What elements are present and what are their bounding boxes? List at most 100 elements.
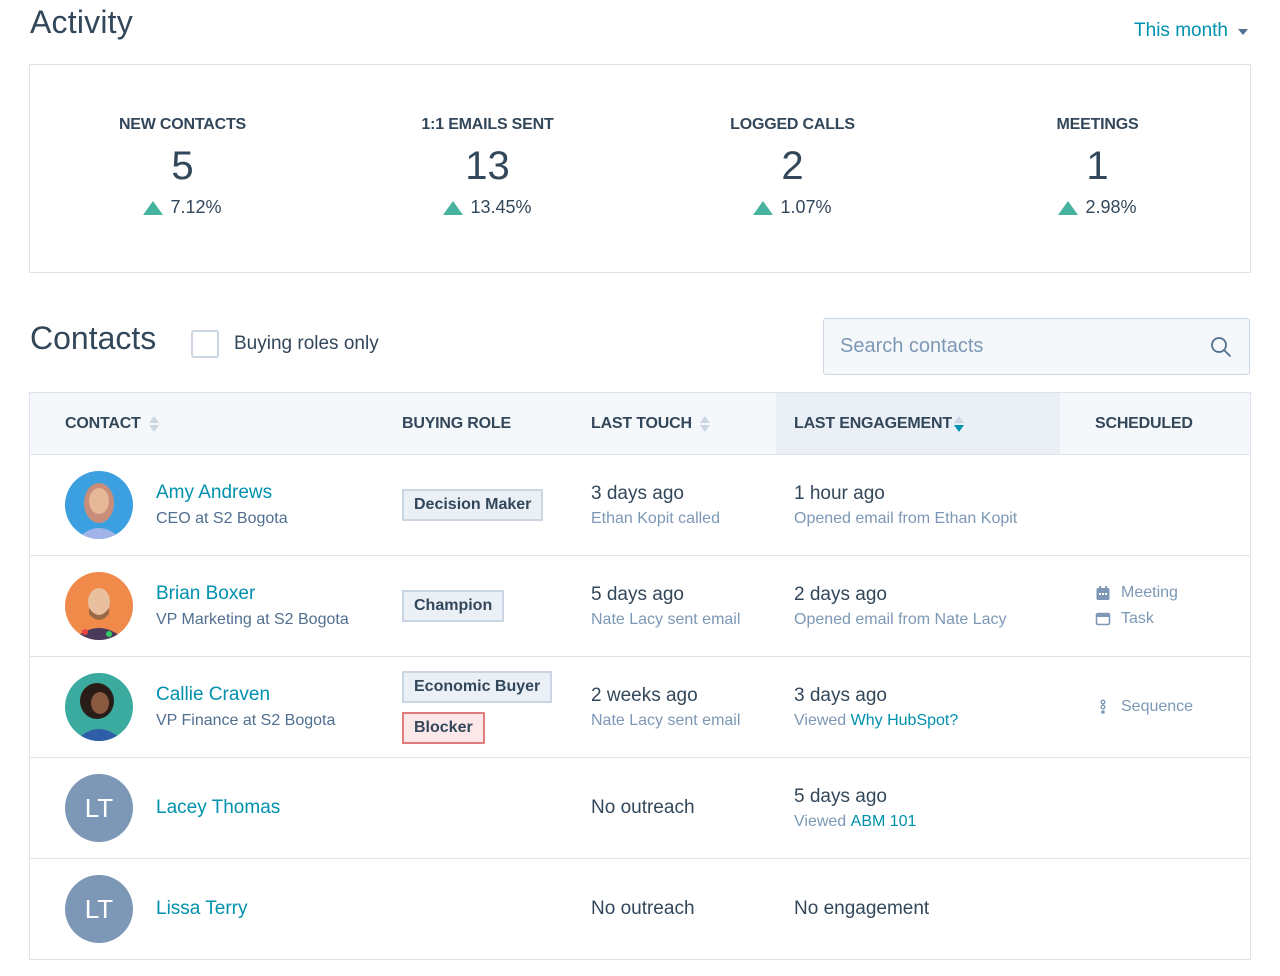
- last-touch-detail: Nate Lacy sent email: [591, 610, 741, 628]
- last-touch-when: 3 days ago: [591, 482, 684, 504]
- table-row: LT Lacey Thomas No outreach 5 days ago V…: [30, 758, 1250, 859]
- last-engagement-cell: 3 days ago Viewed Why HubSpot?: [776, 657, 1060, 757]
- last-touch-when: 2 weeks ago: [591, 684, 698, 706]
- last-touch-cell: No outreach: [571, 859, 776, 959]
- last-engagement-when: 1 hour ago: [794, 482, 885, 504]
- scheduled-meeting[interactable]: Meeting: [1095, 584, 1250, 602]
- scheduled-cell: [1060, 859, 1250, 959]
- last-engagement-when: 3 days ago: [794, 684, 887, 706]
- column-label: LAST TOUCH: [591, 414, 692, 432]
- contacts-title: Contacts: [30, 320, 157, 356]
- last-touch-cell: 5 days ago Nate Lacy sent email: [571, 556, 776, 656]
- column-header-last-engagement[interactable]: LAST ENGAGEMENT: [776, 393, 1060, 454]
- contacts-table: CONTACT BUYING ROLE LAST TOUCH LAST ENGA…: [29, 392, 1251, 960]
- buying-roles-filter[interactable]: Buying roles only: [191, 330, 379, 358]
- last-touch-detail: Nate Lacy sent email: [591, 711, 741, 729]
- last-touch-when: No outreach: [591, 797, 695, 818]
- engagement-content-link[interactable]: ABM 101: [851, 813, 917, 830]
- buying-role-tag-blocker[interactable]: Blocker: [402, 711, 485, 744]
- sequence-icon: [1100, 699, 1106, 714]
- scheduled-label: Sequence: [1121, 698, 1194, 715]
- column-label: LAST ENGAGEMENT: [794, 414, 952, 432]
- calendar-icon: [1096, 586, 1110, 600]
- table-row: Amy Andrews CEO at S2 Bogota Decision Ma…: [30, 455, 1250, 556]
- last-engagement-detail: Viewed ABM 101: [794, 813, 1060, 831]
- buying-roles-checkbox[interactable]: [191, 330, 219, 358]
- contact-name-link[interactable]: Amy Andrews: [156, 482, 288, 504]
- last-touch-when: 5 days ago: [591, 583, 684, 605]
- stat-value: 13: [465, 144, 510, 188]
- stat-change: 1.07%: [753, 197, 832, 218]
- avatar-initials: LT: [65, 875, 133, 943]
- buying-role-cell: Economic Buyer Blocker: [382, 657, 571, 757]
- column-label: SCHEDULED: [1095, 414, 1193, 432]
- buying-role-tag[interactable]: Economic Buyer: [402, 670, 553, 703]
- buying-role-cell: [382, 859, 571, 959]
- table-row: Brian Boxer VP Marketing at S2 Bogota Ch…: [30, 556, 1250, 657]
- column-header-buying-role: BUYING ROLE: [382, 393, 571, 454]
- stat-new-contacts: NEW CONTACTS 5 7.12%: [30, 65, 335, 272]
- scheduled-cell: [1060, 758, 1250, 858]
- activity-title: Activity: [30, 4, 133, 40]
- period-dropdown[interactable]: This month: [1134, 20, 1248, 42]
- stat-change-value: 1.07%: [780, 197, 832, 217]
- stat-label: MEETINGS: [1056, 116, 1139, 133]
- last-engagement-detail: Opened email from Nate Lacy: [794, 610, 1007, 628]
- buying-role-cell: Decision Maker: [382, 455, 571, 555]
- scheduled-label: Task: [1121, 610, 1154, 627]
- stat-label: 1:1 EMAILS SENT: [421, 116, 554, 133]
- stat-change-value: 7.12%: [170, 197, 222, 217]
- last-touch-when: No outreach: [591, 898, 695, 919]
- engagement-prefix: Viewed: [794, 711, 851, 729]
- last-touch-detail: Ethan Kopit called: [591, 509, 720, 527]
- avatar-photo-icon: [65, 471, 133, 539]
- contact-name-link[interactable]: Lissa Terry: [156, 898, 248, 920]
- avatar: [65, 471, 133, 539]
- stat-value: 5: [171, 144, 194, 188]
- contact-job-title: VP Marketing at S2 Bogota: [156, 611, 349, 628]
- table-header: CONTACT BUYING ROLE LAST TOUCH LAST ENGA…: [30, 393, 1250, 455]
- table-row: LT Lissa Terry No outreach No engagement: [30, 859, 1250, 960]
- column-label: BUYING ROLE: [402, 414, 511, 432]
- contact-name-link[interactable]: Brian Boxer: [156, 583, 349, 605]
- stat-label: NEW CONTACTS: [118, 116, 247, 133]
- contact-cell: Callie Craven VP Finance at S2 Bogota: [30, 657, 382, 757]
- last-engagement-cell: 1 hour ago Opened email from Ethan Kopit: [776, 455, 1060, 555]
- search-contacts-box[interactable]: [823, 318, 1250, 375]
- sort-icon: [148, 415, 159, 432]
- last-engagement-detail: Opened email from Ethan Kopit: [794, 509, 1018, 527]
- last-engagement-when: 5 days ago: [794, 785, 887, 807]
- avatar-initials: LT: [65, 774, 133, 842]
- activity-stats-card: NEW CONTACTS 5 7.12% 1:1 EMAILS SENT 13 …: [29, 64, 1251, 273]
- contact-job-title: CEO at S2 Bogota: [156, 510, 288, 527]
- task-icon: [1095, 612, 1111, 626]
- engagement-prefix: Viewed: [794, 812, 851, 830]
- buying-role-tag[interactable]: Champion: [402, 590, 505, 622]
- period-label: This month: [1134, 20, 1228, 41]
- trend-up-icon: [1058, 200, 1079, 215]
- column-header-contact[interactable]: CONTACT: [30, 393, 382, 454]
- stat-value: 1: [1086, 144, 1109, 188]
- engagement-content-link[interactable]: Why HubSpot?: [851, 712, 959, 729]
- scheduled-cell: Meeting Task: [1060, 556, 1250, 656]
- contact-cell: LT Lacey Thomas: [30, 758, 382, 858]
- scheduled-task[interactable]: Task: [1095, 610, 1250, 628]
- contact-cell: Amy Andrews CEO at S2 Bogota: [30, 455, 382, 555]
- contact-name-link[interactable]: Lacey Thomas: [156, 797, 280, 819]
- sort-descending-icon: [953, 415, 964, 432]
- buying-role-tag[interactable]: Decision Maker: [402, 489, 544, 521]
- trend-up-icon: [143, 200, 164, 215]
- last-engagement-when: No engagement: [794, 898, 930, 919]
- avatar-photo-icon: [65, 572, 133, 640]
- column-label: CONTACT: [65, 414, 141, 432]
- sort-icon: [699, 415, 710, 432]
- contact-name-link[interactable]: Callie Craven: [156, 684, 335, 706]
- trend-up-icon: [753, 200, 774, 215]
- contact-cell: Brian Boxer VP Marketing at S2 Bogota: [30, 556, 382, 656]
- column-header-last-touch[interactable]: LAST TOUCH: [571, 393, 776, 454]
- search-icon[interactable]: [1209, 335, 1233, 359]
- search-input[interactable]: [840, 335, 1209, 358]
- stat-change: 2.98%: [1058, 197, 1137, 218]
- last-engagement-cell: No engagement: [776, 859, 1060, 959]
- scheduled-sequence[interactable]: Sequence: [1095, 698, 1250, 716]
